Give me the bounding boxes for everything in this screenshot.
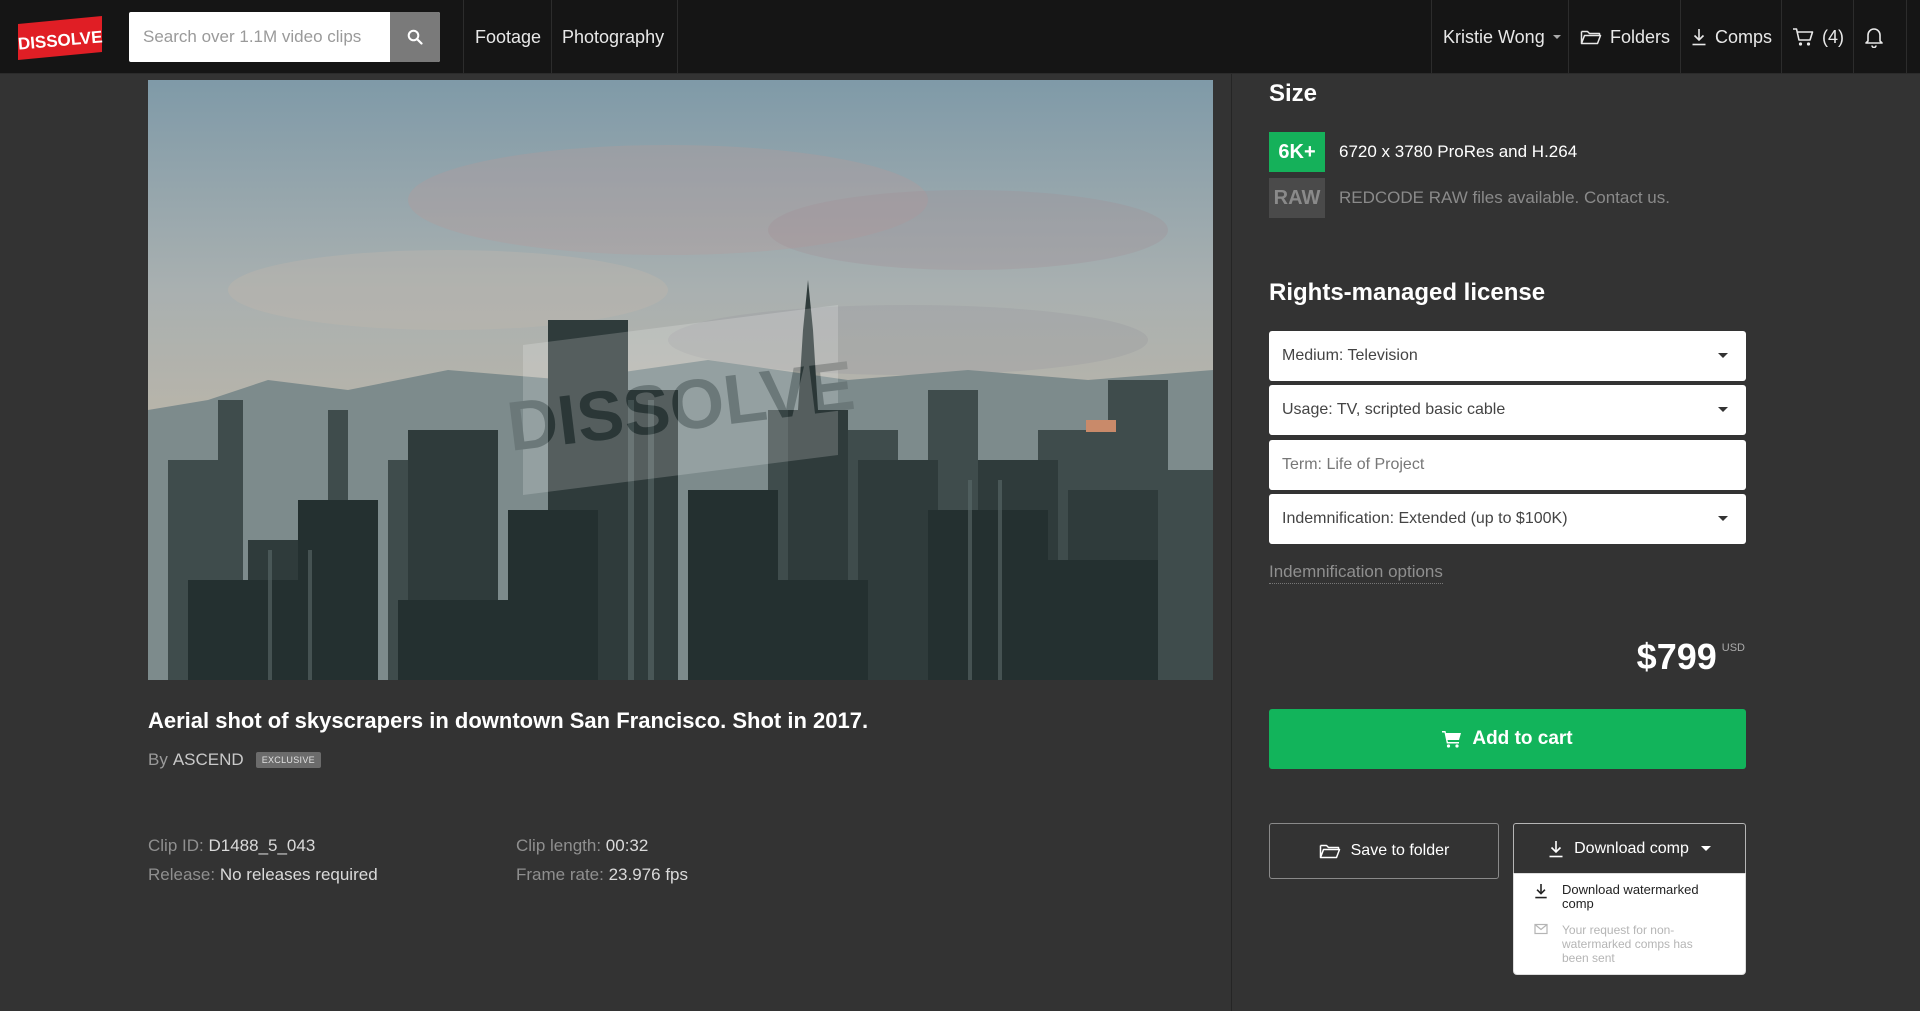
non-watermarked-note: Your request for non-watermarked comps h… bbox=[1562, 923, 1693, 965]
medium-select[interactable]: Medium: Television bbox=[1269, 331, 1746, 381]
download-comp-dropdown: Download watermarked comp Your request f… bbox=[1513, 873, 1746, 975]
nav-separator bbox=[1906, 0, 1907, 74]
nav-separator bbox=[1781, 0, 1782, 74]
price-amount: $799 bbox=[1636, 636, 1717, 677]
download-icon bbox=[1692, 29, 1706, 46]
clip-title: Aerial shot of skyscrapers in downtown S… bbox=[148, 708, 869, 733]
by-label: By bbox=[148, 750, 168, 769]
exclusive-badge: EXCLUSIVE bbox=[255, 752, 321, 768]
nav-photography-label: Photography bbox=[562, 26, 665, 47]
size-option-raw[interactable]: RAW REDCODE RAW files available. Contact… bbox=[1269, 178, 1670, 218]
clip-meta-left: Clip ID: D1488_5_043 Release: No release… bbox=[148, 831, 378, 889]
notifications-button[interactable] bbox=[1864, 0, 1892, 74]
nav-footage[interactable]: Footage bbox=[475, 0, 541, 74]
non-watermarked-status-item: Your request for non-watermarked comps h… bbox=[1534, 923, 1722, 965]
user-menu[interactable]: Kristie Wong bbox=[1443, 0, 1561, 74]
nav-separator bbox=[1431, 0, 1432, 74]
clip-length-label: Clip length: bbox=[516, 836, 602, 855]
size-option-6k-text: 6720 x 3780 ProRes and H.264 bbox=[1339, 142, 1578, 161]
frame-rate-value: 23.976 fps bbox=[608, 865, 688, 884]
save-to-folder-label: Save to folder bbox=[1350, 842, 1450, 859]
clip-length-row: Clip length: 00:32 bbox=[516, 831, 688, 860]
download-icon bbox=[1535, 884, 1547, 899]
cart-link[interactable]: (4) bbox=[1792, 0, 1844, 74]
nav-separator bbox=[677, 0, 678, 74]
download-watermarked-label: Download watermarked comp bbox=[1562, 882, 1699, 911]
add-to-cart-label: Add to cart bbox=[1472, 728, 1573, 749]
res-badge-6k: 6K+ bbox=[1269, 132, 1325, 172]
nav-separator bbox=[463, 0, 464, 74]
nav-separator bbox=[1568, 0, 1569, 74]
search-input[interactable] bbox=[129, 12, 391, 62]
license-heading: Rights-managed license bbox=[1269, 279, 1546, 306]
clip-id-row: Clip ID: D1488_5_043 bbox=[148, 831, 378, 860]
download-icon bbox=[1549, 840, 1563, 857]
download-comp-button[interactable]: Download comp bbox=[1513, 823, 1746, 873]
skyline-image: DISSOLVE bbox=[148, 80, 1213, 680]
term-field-value: Term: Life of Project bbox=[1282, 456, 1425, 473]
clip-id-value: D1488_5_043 bbox=[208, 836, 316, 855]
top-navigation-bar: DISSOLVE Footage Photography Kristie Won… bbox=[0, 0, 1920, 74]
chevron-down-icon bbox=[1700, 846, 1711, 851]
nav-photography[interactable]: Photography bbox=[562, 0, 664, 74]
author-link[interactable]: ASCEND bbox=[173, 750, 244, 770]
download-comp-label: Download comp bbox=[1574, 839, 1689, 857]
release-value: No releases required bbox=[219, 865, 378, 884]
nav-footage-label: Footage bbox=[475, 26, 542, 47]
indemnification-options-link[interactable]: Indemnification options bbox=[1269, 562, 1443, 584]
clip-meta-right: Clip length: 00:32 Frame rate: 23.976 fp… bbox=[516, 831, 688, 889]
chevron-down-icon bbox=[1718, 407, 1728, 412]
save-to-folder-button[interactable]: Save to folder bbox=[1269, 823, 1499, 879]
search-icon bbox=[407, 29, 423, 45]
download-watermarked-item[interactable]: Download watermarked comp bbox=[1534, 883, 1722, 911]
price-currency: USD bbox=[1721, 642, 1745, 654]
cart-icon bbox=[1793, 28, 1814, 46]
folder-icon bbox=[1580, 30, 1602, 45]
comps-label: Comps bbox=[1715, 26, 1773, 47]
price: $799 USD bbox=[1637, 636, 1745, 678]
term-field[interactable]: Term: Life of Project bbox=[1269, 440, 1746, 490]
user-name: Kristie Wong bbox=[1443, 26, 1545, 47]
usage-select[interactable]: Usage: TV, scripted basic cable bbox=[1269, 385, 1746, 435]
res-badge-raw: RAW bbox=[1269, 178, 1325, 218]
folder-icon bbox=[1319, 844, 1340, 859]
size-option-raw-text: REDCODE RAW files available. Contact us. bbox=[1339, 188, 1670, 207]
search-button[interactable] bbox=[390, 12, 440, 62]
indemnification-select-value: Indemnification: Extended (up to $100K) bbox=[1282, 510, 1568, 527]
cart-icon bbox=[1442, 731, 1462, 748]
folders-link[interactable]: Folders bbox=[1580, 0, 1670, 74]
column-divider bbox=[1231, 74, 1232, 1011]
clip-byline: By ASCEND EXCLUSIVE bbox=[148, 750, 321, 770]
bell-icon bbox=[1865, 28, 1883, 48]
add-to-cart-button[interactable]: Add to cart bbox=[1269, 709, 1746, 769]
chevron-down-icon bbox=[1718, 353, 1728, 358]
comps-link[interactable]: Comps bbox=[1691, 0, 1772, 74]
release-label: Release: bbox=[148, 865, 216, 884]
size-heading: Size bbox=[1269, 80, 1318, 107]
nav-separator bbox=[551, 0, 552, 74]
usage-select-value: Usage: TV, scripted basic cable bbox=[1282, 401, 1506, 418]
chevron-down-icon bbox=[1718, 516, 1728, 521]
release-row: Release: No releases required bbox=[148, 860, 378, 889]
nav-separator bbox=[1853, 0, 1854, 74]
cart-count: (4) bbox=[1822, 26, 1844, 47]
dissolve-logo[interactable]: DISSOLVE bbox=[16, 16, 104, 60]
nav-separator bbox=[1680, 0, 1681, 74]
folders-label: Folders bbox=[1610, 26, 1671, 47]
clip-id-label: Clip ID: bbox=[148, 836, 204, 855]
search-box bbox=[129, 12, 440, 62]
clip-length-value: 00:32 bbox=[605, 836, 649, 855]
chevron-down-icon bbox=[1552, 35, 1561, 39]
size-option-6k[interactable]: 6K+ 6720 x 3780 ProRes and H.264 bbox=[1269, 132, 1577, 172]
medium-select-value: Medium: Television bbox=[1282, 347, 1418, 364]
video-preview[interactable]: DISSOLVE bbox=[148, 80, 1213, 680]
mail-icon bbox=[1534, 923, 1548, 935]
indemnification-select[interactable]: Indemnification: Extended (up to $100K) bbox=[1269, 494, 1746, 544]
frame-rate-label: Frame rate: bbox=[516, 865, 604, 884]
frame-rate-row: Frame rate: 23.976 fps bbox=[516, 860, 688, 889]
